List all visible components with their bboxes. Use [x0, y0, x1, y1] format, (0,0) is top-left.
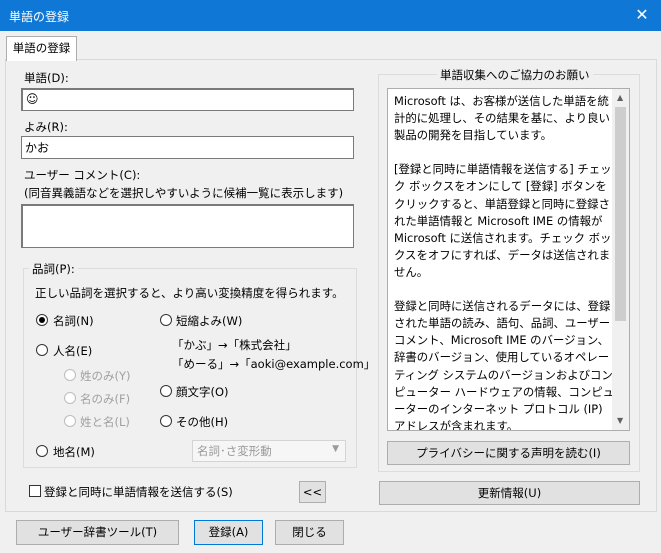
word-label: 単語(D):: [24, 71, 69, 85]
privacy-button[interactable]: プライバシーに関する声明を読む(I): [387, 441, 630, 465]
tab-word-registration[interactable]: 単語の登録: [6, 36, 77, 61]
radio-kaomoji[interactable]: [160, 385, 172, 397]
radio-sei-to-mei[interactable]: [64, 415, 76, 427]
comment-hint: (同音異義語などを選択しやすいように候補一覧に表示します): [24, 186, 344, 200]
register-button[interactable]: 登録(A): [194, 520, 263, 545]
radio-tanshuku[interactable]: [160, 314, 172, 326]
pos-description: 正しい品詞を選択すると、より高い変換精度を得られます。: [35, 286, 344, 300]
shortcut-example-2: 「めーる」→「aoki@example.com」: [172, 357, 376, 371]
label-chimei[interactable]: 地名(M): [53, 444, 95, 460]
info-legend: 単語収集へのご協力のお願い: [437, 67, 593, 83]
label-sei-nomi[interactable]: 姓のみ(Y): [80, 368, 131, 384]
scroll-down-icon[interactable]: ▼: [617, 416, 623, 425]
yomi-label: よみ(R):: [24, 120, 68, 134]
radio-sonota[interactable]: [160, 415, 172, 427]
label-meishi[interactable]: 名詞(N): [53, 313, 94, 329]
info-text: Microsoft は、お客様が送信した単語を統計的に処理し、その結果を基に、よ…: [394, 94, 615, 431]
comment-label: ユーザー コメント(C):: [24, 168, 141, 182]
scroll-up-icon[interactable]: ▲: [617, 93, 623, 102]
info-textarea[interactable]: Microsoft は、お客様が送信した単語を統計的に処理し、その結果を基に、よ…: [387, 88, 630, 431]
label-tanshuku[interactable]: 短縮よみ(W): [176, 313, 242, 329]
title-bar: 単語の登録 ✕: [0, 0, 661, 31]
yomi-input[interactable]: かお: [21, 136, 354, 159]
user-dictionary-tool-button[interactable]: ユーザー辞書ツール(T): [16, 520, 179, 545]
pos-legend: 品詞(P):: [29, 261, 78, 277]
scroll-thumb[interactable]: [615, 107, 626, 321]
radio-jinmei[interactable]: [36, 344, 48, 356]
label-mei-nomi[interactable]: 名のみ(F): [80, 391, 130, 407]
label-kaomoji[interactable]: 顔文字(O): [176, 384, 229, 400]
pos-subtype-select[interactable]: 名詞･さ変形動 ▼: [192, 440, 346, 462]
close-icon[interactable]: ✕: [628, 2, 656, 28]
chevron-down-icon: ▼: [332, 444, 339, 454]
word-input[interactable]: ☺: [21, 88, 354, 111]
shortcut-example-1: 「かぶ」→「株式会社」: [172, 338, 297, 352]
comment-input[interactable]: [21, 204, 354, 248]
collapse-button[interactable]: <<: [299, 481, 326, 503]
update-info-button[interactable]: 更新情報(U): [379, 481, 640, 505]
close-button[interactable]: 閉じる: [275, 520, 344, 545]
radio-sei-nomi[interactable]: [64, 369, 76, 381]
radio-meishi[interactable]: [36, 314, 48, 326]
send-checkbox[interactable]: [29, 485, 41, 497]
label-jinmei[interactable]: 人名(E): [53, 343, 92, 359]
pos-subtype-value: 名詞･さ変形動: [197, 444, 272, 458]
info-scrollbar[interactable]: ▲ ▼: [612, 89, 629, 430]
window-title: 単語の登録: [9, 10, 70, 24]
radio-chimei[interactable]: [36, 445, 48, 457]
radio-mei-nomi[interactable]: [64, 392, 76, 404]
send-checkbox-label[interactable]: 登録と同時に単語情報を送信する(S): [44, 484, 233, 500]
label-sei-to-mei[interactable]: 姓と名(L): [80, 414, 130, 430]
label-sonota[interactable]: その他(H): [176, 414, 228, 430]
